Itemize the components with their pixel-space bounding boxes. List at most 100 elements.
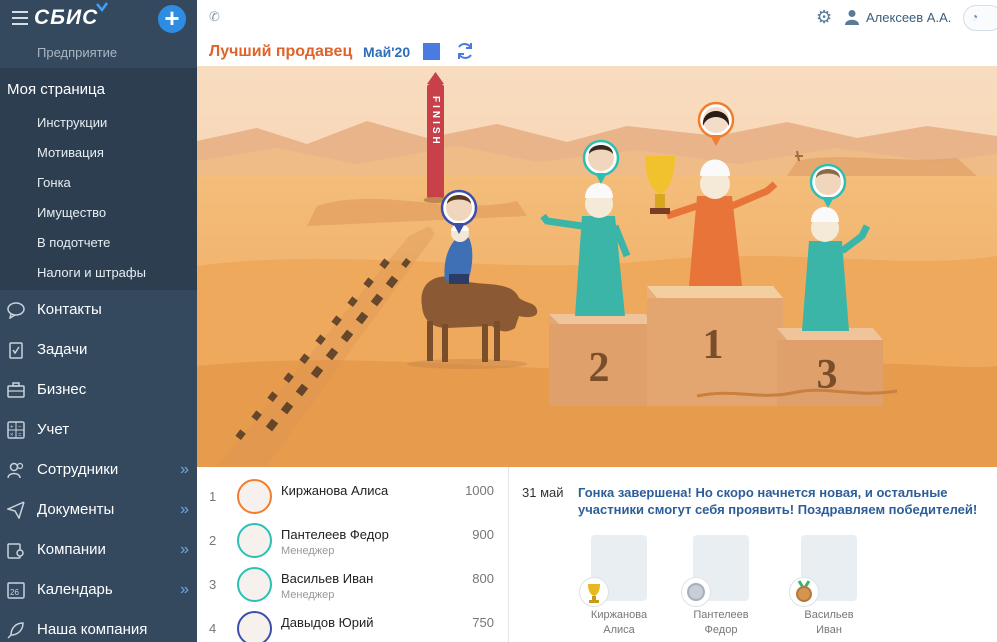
help-button[interactable]: ◔ [963,5,997,31]
employee-name[interactable]: Пантелеев Федор [281,527,389,542]
rank-number: 1 [209,489,217,504]
logo[interactable]: СБИС [34,6,98,30]
list-item[interactable]: 1 Киржанова Алиса 1000 [197,471,508,515]
silver-medal-icon [681,577,711,607]
phone-icon[interactable]: ✆ [209,9,220,25]
sidebar-item-label: Контакты [37,301,102,318]
sidebar-item-label: Наша компания [37,621,148,638]
app-root: СБИС + Предприятие Моя страница Инструкц… [0,0,997,642]
svg-text:×: × [10,433,14,439]
race-scene: FINISH 2 1 3 [197,66,997,467]
expand-arrow-icon[interactable]: » [180,490,189,530]
sidebar-item-label: Календарь [37,581,113,598]
sidebar-item-label: Документы [37,501,115,518]
chat-icon [7,302,25,319]
podium-place-1: 1 [703,322,724,368]
sidebar-subitem-property[interactable]: Имущество [0,198,197,228]
employee-role: Менеджер [281,545,335,557]
sidebar-item-accounting[interactable]: + − × = Учет [0,410,197,450]
refresh-icon[interactable] [455,41,475,61]
winner-name: Киржанова Алиса [590,609,648,636]
period-selector[interactable]: Май'20 [363,44,410,60]
employee-role: Менеджер [281,589,335,601]
ranking-list: 1 Киржанова Алиса 1000 2 Пантелеев Федор… [197,467,508,642]
sidebar-item-documents[interactable]: Документы » [0,490,197,530]
winner-card[interactable]: Киржанова Алиса [579,535,659,642]
create-button[interactable]: + [158,5,186,33]
expand-arrow-icon[interactable]: » [180,450,189,490]
gold-cup-icon [579,577,609,607]
svg-text:=: = [18,433,22,439]
expand-arrow-icon[interactable]: » [180,570,189,610]
winner-name: Васильев Иван [804,609,854,636]
sidebar-item-tasks[interactable]: Задачи [0,330,197,370]
briefcase-icon [7,382,25,398]
winner-card[interactable]: Пантелеев Федор [681,535,761,642]
sidebar-item-employees[interactable]: Сотрудники » [0,450,197,490]
paper-plane-icon [7,501,25,519]
expand-arrow-icon[interactable]: » [180,530,189,570]
sidebar-item-business[interactable]: Бизнес [0,370,197,410]
score: 900 [472,527,494,542]
score: 1000 [465,483,494,498]
sidebar-header: СБИС + Предприятие [0,0,197,68]
sidebar-item-my-page[interactable]: Моя страница [0,68,197,108]
finish-post: FINISH [423,72,448,203]
sidebar-subitem-instructions[interactable]: Инструкции [0,108,197,138]
avatar[interactable] [237,523,272,558]
score: 750 [472,615,494,630]
sidebar-subitem-race[interactable]: Гонка [0,168,197,198]
rank-number: 4 [209,621,217,636]
winner-card[interactable]: Васильев Иван [789,535,869,642]
sidebar-item-contacts[interactable]: Контакты [0,290,197,330]
sidebar-item-companies[interactable]: Компании » [0,530,197,570]
menu-icon[interactable] [12,11,28,25]
clipboard-icon [9,342,23,359]
sidebar-item-label: Задачи [37,341,88,358]
sidebar-subitem-taxes[interactable]: Налоги и штрафы [0,258,197,288]
sidebar-subitem-accountable[interactable]: В подотчете [0,228,197,258]
sidebar-item-label: Учет [37,421,70,438]
news-panel: 31 май Гонка завершена! Но скоро начнетс… [509,467,997,642]
sidebar-item-label: Сотрудники [37,461,119,478]
page-title-row: Лучший продавец Май'20 [197,36,997,66]
svg-text:+: + [10,425,14,431]
calendar-icon: 26 [7,582,25,599]
rocket-icon [7,622,24,639]
list-item[interactable]: 3 Васильев Иван Менеджер 800 [197,559,508,603]
employee-name[interactable]: Васильев Иван [281,571,373,586]
top-header: ✆ ⚙ Алексеев А.А. ◔ [197,0,997,36]
svg-text:−: − [18,425,22,431]
help-icon: ◔ [971,10,979,24]
news-date: 31 май [522,485,564,500]
sidebar-item-label: Бизнес [37,381,87,398]
current-user-name[interactable]: Алексеев А.А. [866,10,951,25]
list-item[interactable]: 4 Давыдов Юрий 750 [197,603,508,642]
color-marker[interactable] [423,43,440,60]
logo-check-icon [96,2,109,13]
sidebar-item-calendar[interactable]: 26 Календарь » [0,570,197,610]
sidebar-subitem-motivation[interactable]: Мотивация [0,138,197,168]
page-title: Лучший продавец [209,43,353,60]
calculator-icon: + −× = [7,421,25,439]
avatar[interactable] [237,567,272,602]
avatar[interactable] [237,611,272,642]
employee-name[interactable]: Киржанова Алиса [281,483,388,498]
bronze-medal-icon [789,577,819,607]
podium-place-2: 2 [589,345,610,391]
employee-name[interactable]: Давыдов Юрий [281,615,374,630]
organization-name[interactable]: Предприятие [37,45,117,60]
sidebar: СБИС + Предприятие Моя страница Инструкц… [0,0,197,642]
avatar[interactable] [237,479,272,514]
sidebar-submenu: Инструкции Мотивация Гонка Имущество В п… [0,108,197,290]
sidebar-item-our-company[interactable]: Наша компания [0,610,197,642]
gear-icon[interactable]: ⚙ [816,7,832,28]
sidebar-item-label: Компании [37,541,106,558]
user-icon [845,10,859,25]
rank-number: 2 [209,533,217,548]
list-item[interactable]: 2 Пантелеев Федор Менеджер 900 [197,515,508,559]
winner-name: Пантелеев Федор [693,609,749,636]
desert-illustration: FINISH 2 1 3 [197,66,997,467]
rank-number: 3 [209,577,217,592]
score: 800 [472,571,494,586]
